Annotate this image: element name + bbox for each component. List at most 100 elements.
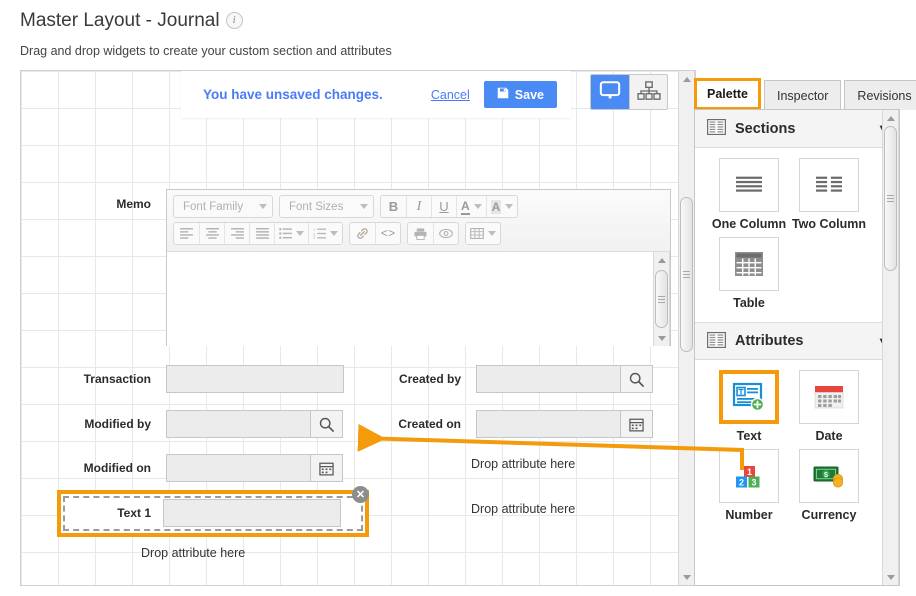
scroll-up-arrow[interactable] xyxy=(679,71,694,87)
page-title: Master Layout - Journal i xyxy=(20,10,243,32)
currency-attribute-icon: $ xyxy=(799,449,859,503)
widget-text-attribute[interactable]: Text xyxy=(709,370,789,443)
attributes-icon xyxy=(707,331,726,351)
scroll-thumb[interactable] xyxy=(655,270,668,328)
modified-on-field[interactable] xyxy=(166,454,311,482)
created-on-field[interactable] xyxy=(476,410,621,438)
created-by-field[interactable] xyxy=(476,365,621,393)
scroll-up-arrow[interactable] xyxy=(883,110,898,126)
drop-hint-right-1[interactable]: Drop attribute here xyxy=(471,457,575,471)
desktop-view-button[interactable] xyxy=(591,75,629,109)
date-attribute-icon xyxy=(799,370,859,424)
modified-by-field[interactable] xyxy=(166,410,311,438)
scroll-down-arrow[interactable] xyxy=(654,330,669,346)
tab-palette[interactable]: Palette xyxy=(694,78,761,110)
widget-currency-attribute[interactable]: $ Currency xyxy=(789,449,869,522)
drop-hint-left-1[interactable]: Drop attribute here xyxy=(141,546,245,560)
scroll-down-arrow[interactable] xyxy=(679,569,694,585)
two-column-label: Two Column xyxy=(791,217,867,231)
bullet-list-button[interactable] xyxy=(274,223,308,244)
save-button[interactable]: Save xyxy=(483,81,557,108)
calendar-icon xyxy=(629,418,644,431)
created-by-search-button[interactable] xyxy=(621,365,653,393)
drop-hint-right-2[interactable]: Drop attribute here xyxy=(471,502,575,516)
font-size-select[interactable]: Font Sizes xyxy=(279,195,374,218)
scroll-track[interactable] xyxy=(883,126,898,569)
attributes-accordion-header[interactable]: Attributes ▾ xyxy=(695,322,899,360)
underline-button[interactable]: U xyxy=(431,196,456,217)
attributes-widget-grid: Text Date 1 2 3 Number $ Currency xyxy=(695,360,899,534)
modified-on-calendar-button[interactable] xyxy=(311,454,343,482)
align-justify-button[interactable] xyxy=(249,223,274,244)
bold-button[interactable]: B xyxy=(381,196,406,217)
search-icon xyxy=(629,372,644,387)
text1-widget[interactable]: Text 1 xyxy=(57,490,369,537)
search-icon xyxy=(319,417,334,432)
chevron-down-icon xyxy=(360,204,368,209)
tab-inspector[interactable]: Inspector xyxy=(764,80,842,110)
palette-scrollbar[interactable] xyxy=(882,110,899,585)
chevron-down-icon xyxy=(488,231,496,236)
transaction-field[interactable] xyxy=(166,365,344,393)
svg-text:1: 1 xyxy=(747,467,752,477)
widget-one-column[interactable]: One Column xyxy=(709,158,789,231)
attributes-accordion-title: Attributes xyxy=(735,333,804,349)
alignment-group: 123 xyxy=(173,222,343,245)
transaction-label: Transaction xyxy=(83,372,151,386)
text-attribute-label: Text xyxy=(736,429,762,443)
source-code-button[interactable]: <> xyxy=(375,223,400,244)
scroll-thumb[interactable] xyxy=(884,126,897,271)
number-attribute-label: Number xyxy=(725,508,773,522)
svg-text:3: 3 xyxy=(313,236,315,239)
created-on-calendar-button[interactable] xyxy=(621,410,653,438)
modified-by-search-button[interactable] xyxy=(311,410,343,438)
table-icon[interactable] xyxy=(466,223,500,244)
scroll-down-arrow[interactable] xyxy=(883,569,898,585)
canvas-scrollbar[interactable] xyxy=(678,71,695,585)
numbered-list-button[interactable]: 123 xyxy=(308,223,342,244)
align-left-button[interactable] xyxy=(174,223,199,244)
scroll-thumb[interactable] xyxy=(680,197,693,352)
view-toggle[interactable] xyxy=(590,74,668,110)
created-by-label: Created by xyxy=(398,372,461,386)
unsaved-changes-message: You have unsaved changes. xyxy=(203,87,383,102)
sections-accordion-header[interactable]: Sections ▾ xyxy=(695,110,899,148)
one-column-icon xyxy=(719,158,779,212)
widget-table[interactable]: Table xyxy=(709,237,789,310)
sections-widget-grid: One Column Two Column Table xyxy=(695,148,899,322)
scroll-track[interactable] xyxy=(654,268,669,330)
chevron-down-icon xyxy=(505,204,514,209)
table-label: Table xyxy=(733,296,765,310)
cancel-link[interactable]: Cancel xyxy=(431,88,470,102)
widget-number-attribute[interactable]: 1 2 3 Number xyxy=(709,449,789,522)
align-center-button[interactable] xyxy=(199,223,224,244)
tab-revisions[interactable]: Revisions xyxy=(844,80,916,110)
sections-icon xyxy=(707,118,726,138)
save-button-label: Save xyxy=(514,87,544,102)
align-right-button[interactable] xyxy=(224,223,249,244)
hierarchy-view-button[interactable] xyxy=(629,75,667,109)
link-icon[interactable] xyxy=(350,223,375,244)
text-color-button[interactable]: A xyxy=(456,196,486,217)
chevron-down-icon xyxy=(473,204,482,209)
sections-accordion-title: Sections xyxy=(735,120,796,137)
widget-two-column[interactable]: Two Column xyxy=(789,158,869,231)
eye-icon[interactable] xyxy=(433,223,458,244)
output-group xyxy=(407,222,459,245)
modified-by-label: Modified by xyxy=(84,417,151,431)
highlight-color-button[interactable]: A xyxy=(485,196,518,217)
text1-input[interactable] xyxy=(163,499,341,527)
widget-date-attribute[interactable]: Date xyxy=(789,370,869,443)
scroll-up-arrow[interactable] xyxy=(654,252,669,268)
text1-close-button[interactable]: ✕ xyxy=(352,486,369,503)
italic-button[interactable]: I xyxy=(406,196,431,217)
info-icon[interactable]: i xyxy=(225,12,243,29)
layout-canvas[interactable]: You have unsaved changes. Cancel Save Me… xyxy=(20,70,696,586)
scroll-track[interactable] xyxy=(679,87,694,569)
memo-scrollbar[interactable] xyxy=(653,252,670,346)
font-family-select[interactable]: Font Family xyxy=(173,195,273,218)
panel-tabs: Palette Inspector Revisions xyxy=(694,78,916,110)
memo-text-area[interactable] xyxy=(167,252,670,346)
memo-rich-text-editor[interactable]: Font Family Font Sizes B I U A A 1 2 3 <… xyxy=(166,189,671,346)
printer-icon[interactable] xyxy=(408,223,433,244)
